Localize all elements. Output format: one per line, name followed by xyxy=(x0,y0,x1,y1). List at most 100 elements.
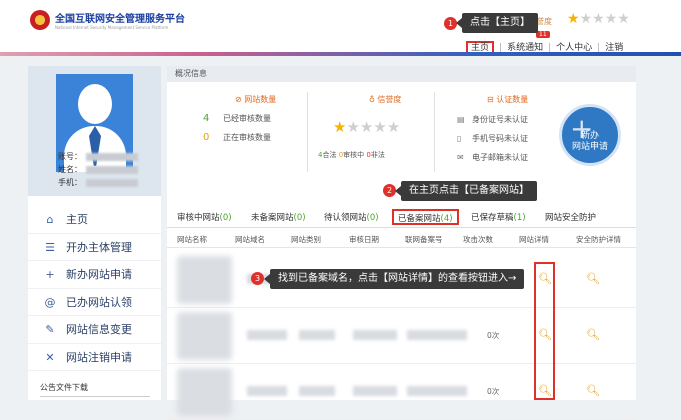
col-security-detail: 安全防护详情 xyxy=(576,235,621,244)
auth-id-card-row[interactable]: ▤ 身份证号未认证 xyxy=(457,114,528,125)
approved-label: 已经审核数量 xyxy=(223,114,271,123)
auth-heading-text: 认证数量 xyxy=(496,95,529,104)
tab-count: (0) xyxy=(293,213,306,223)
credit-counts: 4合法 0审核中 0非法 xyxy=(318,150,385,160)
step-3-marker: 3 xyxy=(251,272,264,285)
sidebar-item-new-site-application[interactable]: + 新办网站申请 xyxy=(28,261,161,289)
platform-title: 全国互联网安全管理服务平台 xyxy=(55,14,185,25)
tab-unfiled-sites[interactable]: 未备案网站(0) xyxy=(251,210,306,226)
new-site-button-line1: 新办 xyxy=(580,131,599,141)
user-profile-card: 账号： 姓名： 手机： xyxy=(28,66,161,196)
auth-email-row[interactable]: ✉ 电子邮箱未认证 xyxy=(457,152,528,163)
phone-value-redacted xyxy=(86,178,138,187)
credit-star-rating: ★★★★★ xyxy=(567,11,630,27)
site-count-heading: ⊘ 网站数量 xyxy=(235,94,276,105)
site-name-redacted xyxy=(177,368,232,416)
star-empty-icon: ★ xyxy=(346,118,360,136)
new-site-button-line2: 网站申请 xyxy=(571,142,608,152)
star-filled-icon: ★ xyxy=(333,118,347,136)
star-empty-icon: ★ xyxy=(359,118,374,136)
sidebar-item-claim-site[interactable]: @ 已办网站认领 xyxy=(28,289,161,316)
tab-filed-sites[interactable]: 已备案网站(4) xyxy=(392,209,459,225)
sidebar-item-label: 开办主体管理 xyxy=(66,240,132,254)
new-site-application-button[interactable]: + 新办 网站申请 xyxy=(559,104,621,166)
credit-stars: ★★★★★ xyxy=(333,118,400,136)
col-filing-number: 联网备案号 xyxy=(405,235,443,244)
domain-redacted xyxy=(247,386,287,396)
left-sidebar: 账号： 姓名： 手机： ⌂ 主页 ☰ 开办主体管理 + 新办网站申请 @ 已办网站认领 … xyxy=(28,66,161,400)
table-row: 0次 🔍︎ 🔍︎ xyxy=(167,364,636,420)
col-domain: 网站域名 xyxy=(235,235,265,244)
tab-label: 已保存草稿 xyxy=(471,213,514,223)
phone-label: 手机： xyxy=(58,178,82,187)
name-label: 姓名： xyxy=(58,165,82,174)
tab-label: 网站安全防护 xyxy=(545,213,597,223)
star-empty-icon: ★ xyxy=(604,11,618,27)
tab-site-security[interactable]: 网站安全防护 xyxy=(545,210,596,226)
pending-label: 正在审核数量 xyxy=(223,133,271,142)
notice-download-heading: 公告文件下载 xyxy=(40,383,88,392)
tab-label: 审核中网站 xyxy=(177,213,220,223)
new-site-button-label: 新办 网站申请 xyxy=(562,131,618,153)
header-gradient-bar xyxy=(0,52,681,56)
top-header: 全国互联网安全管理服务平台 National Internet Security… xyxy=(0,0,681,56)
view-security-detail-search-icon[interactable]: 🔍︎ xyxy=(586,384,600,397)
plus-icon: + xyxy=(45,268,55,281)
certificate-icon: ⊟ xyxy=(487,95,494,104)
site-detail-highlight-box xyxy=(534,262,555,400)
sidebar-item-site-cancellation[interactable]: ✕ 网站注销申请 xyxy=(28,344,161,371)
account-label: 账号： xyxy=(58,152,82,161)
tab-reviewing-sites[interactable]: 审核中网站(0) xyxy=(177,210,232,226)
main-content: 概况信息 ⊘ 网站数量 4 已经审核数量 0 正在审核数量 ♁ 信誉度 ★★★★★ … xyxy=(167,66,636,420)
view-security-detail-search-icon[interactable]: 🔍︎ xyxy=(586,328,600,341)
sidebar-item-label: 新办网站申请 xyxy=(66,268,132,281)
at-icon: @ xyxy=(44,295,56,309)
auth-phone-label: 手机号码未认证 xyxy=(472,134,528,143)
approved-count: 4 xyxy=(203,113,210,124)
tab-saved-drafts[interactable]: 已保存草稿(1) xyxy=(471,210,526,226)
auth-email-label: 电子邮箱未认证 xyxy=(472,153,528,162)
home-icon: ⌂ xyxy=(46,213,54,226)
auth-phone-row[interactable]: ▯ 手机号码未认证 xyxy=(457,133,528,144)
step-2-callout: 在主页点击【已备案网站】 xyxy=(395,181,537,201)
date-redacted xyxy=(353,386,397,396)
star-empty-icon: ★ xyxy=(592,11,605,27)
attack-count: 0次 xyxy=(487,331,500,340)
star-empty-icon: ★ xyxy=(373,118,387,136)
credit-heading-text: 信誉度 xyxy=(377,95,402,104)
tab-to-claim-sites[interactable]: 待认领网站(0) xyxy=(324,210,379,226)
shield-icon: ♁ xyxy=(369,95,375,104)
sidebar-item-label: 主页 xyxy=(66,213,88,226)
name-row: 姓名： xyxy=(58,164,138,175)
platform-subtitle: National Internet Security Management Se… xyxy=(55,25,169,30)
sidebar-item-entity-management[interactable]: ☰ 开办主体管理 xyxy=(28,234,161,261)
col-site-name: 网站名称 xyxy=(177,235,207,244)
star-empty-icon: ★ xyxy=(617,11,630,27)
sidebar-item-label: 网站信息变更 xyxy=(66,323,132,336)
national-emblem-logo xyxy=(30,10,50,30)
star-filled-icon: ★ xyxy=(567,11,580,27)
id-card-icon: ▤ xyxy=(457,115,465,124)
pending-count: 0 xyxy=(203,132,210,143)
view-security-detail-search-icon[interactable]: 🔍︎ xyxy=(586,272,600,285)
notification-count-badge: 11 xyxy=(536,31,550,38)
phone-row: 手机： xyxy=(58,177,138,188)
site-count-heading-text: 网站数量 xyxy=(244,95,277,104)
approved-count-row: 4 已经审核数量 xyxy=(203,113,271,124)
legal-label: 合法 xyxy=(322,151,337,159)
col-category: 网站类别 xyxy=(291,235,321,244)
category-redacted xyxy=(299,330,335,340)
tab-count: (4) xyxy=(440,214,453,224)
site-tabs: 审核中网站(0) 未备案网站(0) 待认领网站(0) 已备案网站(4) 已保存草… xyxy=(167,206,636,228)
sidebar-item-label: 已办网站认领 xyxy=(66,295,132,309)
step-3-callout: 找到已备案域名，点击【网站详情】的查看按钮进入→ xyxy=(263,269,525,289)
stat-divider xyxy=(434,92,435,172)
sidebar-item-site-info-change[interactable]: ✎ 网站信息变更 xyxy=(28,316,161,344)
stat-divider xyxy=(307,92,308,172)
sidebar-item-home[interactable]: ⌂ 主页 xyxy=(28,206,161,234)
col-site-detail: 网站详情 xyxy=(519,235,549,244)
reviewing-label: 审核中 xyxy=(343,151,365,159)
close-icon: ✕ xyxy=(45,350,55,364)
auth-id-card-label: 身份证号未认证 xyxy=(472,115,528,124)
account-row: 账号： xyxy=(58,151,138,162)
